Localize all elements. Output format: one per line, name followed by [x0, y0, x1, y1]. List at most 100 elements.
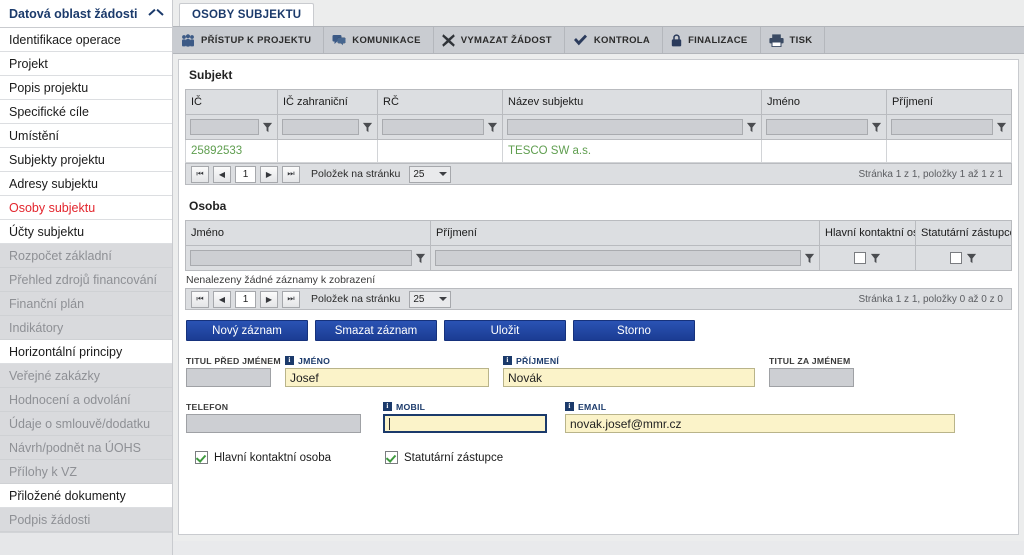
pager-first-button[interactable]: ⏮	[191, 290, 209, 308]
filter-input-2[interactable]	[382, 119, 484, 135]
subject-filter-cell-3[interactable]	[502, 114, 762, 140]
chevron-up-icon[interactable]	[148, 9, 164, 19]
subject-cell-nazev[interactable]: TESCO SW a.s.	[502, 139, 762, 163]
sidebar-item-2[interactable]: Popis projektu	[0, 76, 172, 100]
toolbar-button-2[interactable]: VYMAZAT ŽÁDOST	[434, 27, 565, 53]
person-filter-hlavni-kontakt[interactable]	[819, 245, 916, 271]
funnel-icon[interactable]	[746, 122, 757, 133]
input-last-name[interactable]: Novák	[503, 368, 755, 387]
funnel-icon[interactable]	[871, 122, 882, 133]
save-button[interactable]: Uložit	[444, 320, 566, 341]
person-column-header-0[interactable]: Jméno	[185, 220, 431, 246]
info-icon: i	[503, 356, 512, 365]
person-column-header-2[interactable]: Hlavní kontaktní osoba	[819, 220, 916, 246]
subject-column-header-0[interactable]: IČ	[185, 89, 278, 115]
pager-next-button[interactable]: ▶	[260, 290, 278, 308]
table-row[interactable]: 25892533 TESCO SW a.s.	[185, 139, 1012, 163]
filter-checkbox-hlavni-kontakt[interactable]	[854, 252, 866, 264]
subject-cell-jmeno[interactable]	[761, 139, 887, 163]
filter-input-5[interactable]	[891, 119, 993, 135]
new-record-button[interactable]: Nový záznam	[186, 320, 308, 341]
funnel-icon[interactable]	[996, 122, 1007, 133]
subject-cell-ic[interactable]: 25892533	[185, 139, 278, 163]
subject-cell-prijmeni[interactable]	[886, 139, 1012, 163]
person-filter-prijmeni[interactable]	[430, 245, 820, 271]
filter-input-4[interactable]	[766, 119, 868, 135]
subject-filter-cell-1[interactable]	[277, 114, 378, 140]
sidebar-item-0[interactable]: Identifikace operace	[0, 28, 172, 52]
sidebar-item-13[interactable]: Horizontální principy	[0, 340, 172, 364]
subject-filter-cell-2[interactable]	[377, 114, 503, 140]
toolbar-button-4[interactable]: FINALIZACE	[663, 27, 761, 53]
per-page-label: Položek na stránku	[311, 168, 401, 180]
person-column-header-3[interactable]: Statutární zástupce	[915, 220, 1012, 246]
subject-cell-ic_zahranicni[interactable]	[277, 139, 378, 163]
filter-input-jmeno[interactable]	[190, 250, 412, 266]
toolbar-button-0[interactable]: PŘÍSTUP K PROJEKTU	[173, 27, 325, 53]
funnel-icon[interactable]	[966, 253, 977, 264]
subject-column-header-1[interactable]: IČ zahraniční	[277, 89, 378, 115]
toolbar-button-1[interactable]: KOMUNIKACE	[324, 27, 434, 53]
sidebar-item-6[interactable]: Adresy subjektu	[0, 172, 172, 196]
sidebar-item-4[interactable]: Umístění	[0, 124, 172, 148]
subject-cell-rc[interactable]	[377, 139, 503, 163]
form-checkbox-0[interactable]: Hlavní kontaktní osoba	[195, 451, 385, 464]
input-title-after[interactable]	[769, 368, 854, 387]
input-mobile[interactable]	[383, 414, 547, 433]
label-text: PŘÍJMENÍ	[516, 355, 560, 366]
funnel-icon[interactable]	[804, 253, 815, 264]
funnel-icon[interactable]	[487, 122, 498, 133]
label-title-after: TITUL ZA JMÉNEM	[769, 355, 854, 366]
filter-checkbox-statutarni-zastupce[interactable]	[950, 252, 962, 264]
subject-column-header-5[interactable]: Příjmení	[886, 89, 1012, 115]
filter-input-1[interactable]	[282, 119, 359, 135]
sidebar-item-1[interactable]: Projekt	[0, 52, 172, 76]
filter-input-3[interactable]	[507, 119, 743, 135]
sidebar-header[interactable]: Datová oblast žádosti	[0, 0, 172, 28]
filter-input-prijmeni[interactable]	[435, 250, 801, 266]
funnel-icon[interactable]	[415, 253, 426, 264]
subject-filter-cell-5[interactable]	[886, 114, 1012, 140]
funnel-icon[interactable]	[870, 253, 881, 264]
checkbox-box[interactable]	[195, 451, 208, 464]
input-title-before[interactable]	[186, 368, 271, 387]
per-page-select[interactable]: 25	[409, 290, 452, 308]
toolbar-button-3[interactable]: KONTROLA	[565, 27, 664, 53]
delete-record-button[interactable]: Smazat záznam	[315, 320, 437, 341]
pager-prev-button[interactable]: ◀	[213, 165, 231, 183]
form-checkbox-1[interactable]: Statutární zástupce	[385, 451, 503, 464]
subject-filter-cell-4[interactable]	[761, 114, 887, 140]
per-page-select[interactable]: 25	[409, 165, 452, 183]
person-column-header-1[interactable]: Příjmení	[430, 220, 820, 246]
pager-next-button[interactable]: ▶	[260, 165, 278, 183]
subject-column-header-2[interactable]: RČ	[377, 89, 503, 115]
funnel-icon[interactable]	[262, 122, 273, 133]
pager-current-page[interactable]: 1	[235, 290, 256, 308]
input-first-name[interactable]: Josef	[285, 368, 489, 387]
input-phone[interactable]	[186, 414, 361, 433]
pager-prev-button[interactable]: ◀	[213, 290, 231, 308]
sidebar-item-19[interactable]: Přiložené dokumenty	[0, 484, 172, 508]
sidebar-item-8[interactable]: Účty subjektu	[0, 220, 172, 244]
person-pagination: ⏮ ◀ 1 ▶ ⏭ Položek na stránku 25 Stránka …	[185, 288, 1012, 310]
pager-last-button[interactable]: ⏭	[282, 165, 300, 183]
sidebar-item-3[interactable]: Specifické cíle	[0, 100, 172, 124]
filter-input-0[interactable]	[190, 119, 259, 135]
subject-filter-cell-0[interactable]	[185, 114, 278, 140]
pager-last-button[interactable]: ⏭	[282, 290, 300, 308]
subject-column-header-4[interactable]: Jméno	[761, 89, 887, 115]
pager-first-button[interactable]: ⏮	[191, 165, 209, 183]
funnel-icon[interactable]	[362, 122, 373, 133]
pager-current-page[interactable]: 1	[235, 165, 256, 183]
cancel-button[interactable]: Storno	[573, 320, 695, 341]
tab-osoby-subjektu[interactable]: OSOBY SUBJEKTU	[179, 3, 315, 26]
person-filter-statutarni-zastupce[interactable]	[915, 245, 1012, 271]
toolbar-button-5[interactable]: TISK	[761, 27, 826, 53]
subject-column-header-3[interactable]: Název subjektu	[502, 89, 762, 115]
input-email[interactable]: novak.josef@mmr.cz	[565, 414, 955, 433]
sidebar-item-7[interactable]: Osoby subjektu	[0, 196, 172, 220]
person-filter-jmeno[interactable]	[185, 245, 431, 271]
main-panel: OSOBY SUBJEKTU PŘÍSTUP K PROJEKTU KOMUNIK…	[173, 0, 1024, 555]
checkbox-box[interactable]	[385, 451, 398, 464]
sidebar-item-5[interactable]: Subjekty projektu	[0, 148, 172, 172]
